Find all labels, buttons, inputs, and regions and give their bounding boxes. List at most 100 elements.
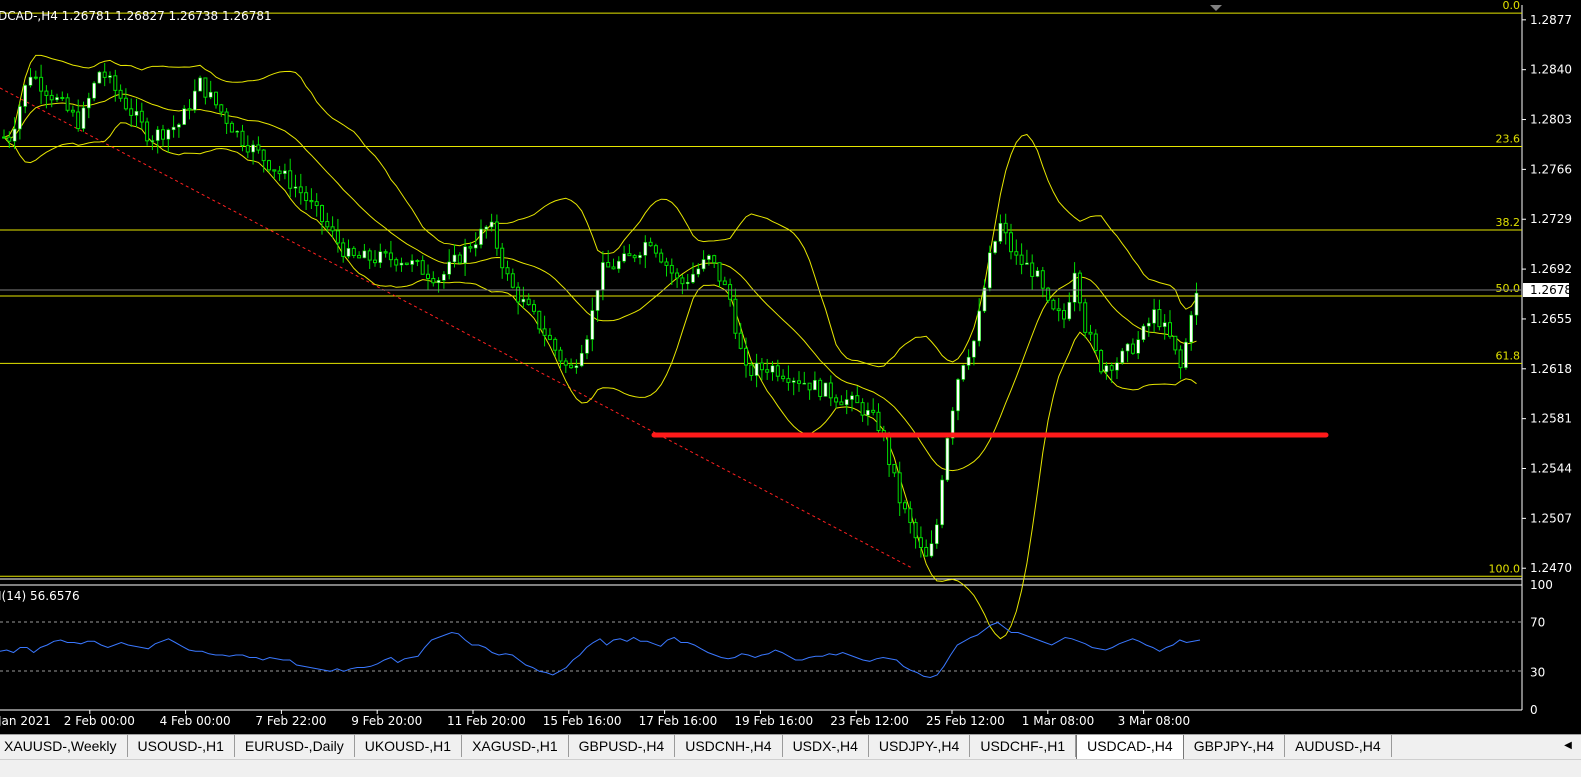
candle-bearish: [749, 364, 754, 377]
candle-bearish: [908, 508, 913, 524]
price-tick-label: 1.2470: [1530, 561, 1572, 575]
tab-xagusd-h1[interactable]: XAGUSD-,H1: [462, 735, 569, 757]
price-tick-label: 1.2803: [1530, 113, 1572, 127]
candle-bearish: [1056, 308, 1061, 312]
candle-bearish: [807, 382, 812, 391]
candle-bullish: [1025, 262, 1029, 265]
price-tick-label: 1.2618: [1530, 362, 1572, 376]
candle-bearish: [33, 76, 38, 79]
candle-bearish: [219, 104, 224, 113]
candle-bearish: [632, 255, 637, 259]
candle-bearish: [860, 402, 865, 416]
candle-bullish: [28, 76, 33, 86]
candle-bearish: [2, 136, 6, 139]
time-tick-label: 23 Feb 12:00: [830, 714, 909, 728]
candle-bullish: [595, 289, 600, 311]
time-tick-label: Jan 2021: [0, 714, 51, 728]
candle-bearish: [309, 200, 314, 203]
candle-bearish: [420, 260, 425, 275]
tab-eurusd-daily[interactable]: EURUSD-,Daily: [235, 735, 355, 757]
candle-bearish: [675, 272, 680, 279]
candle-bearish: [903, 502, 907, 510]
candle-bearish: [744, 347, 748, 366]
candle-bullish: [802, 382, 807, 385]
time-tick-label: 17 Feb 16:00: [639, 714, 718, 728]
candle-bearish: [129, 108, 134, 116]
price-tick-label: 1.2877: [1530, 13, 1572, 27]
price-tick-label: 1.2692: [1530, 262, 1572, 276]
candle-bullish: [362, 250, 367, 259]
candle-bearish: [1099, 350, 1104, 373]
price-tick-label: 1.2729: [1530, 212, 1572, 226]
candle-bullish: [489, 221, 494, 228]
candle-bearish: [887, 435, 892, 466]
tab-usdx-h4[interactable]: USDX-,H4: [783, 735, 869, 757]
candle-bullish: [198, 77, 202, 92]
candle-bearish: [834, 397, 839, 403]
fib-label-100.0: 100.0: [1489, 562, 1521, 575]
candle-bearish: [855, 395, 860, 404]
candle-bearish: [415, 260, 420, 263]
tab-usdchf-h1[interactable]: USDCHF-,H1: [970, 735, 1077, 757]
tab-audusd-h4[interactable]: AUDUSD-,H4: [1285, 735, 1392, 757]
tabs-scroll-left-icon[interactable]: ◀: [1561, 739, 1575, 753]
candle-bullish: [1067, 302, 1072, 320]
candle-bullish: [346, 248, 351, 257]
tab-gbpusd-h4[interactable]: GBPUSD-,H4: [569, 735, 676, 757]
candle-bullish: [473, 244, 478, 249]
tab-xauusd-weekly[interactable]: XAUUSD-,Weekly: [0, 735, 128, 757]
time-tick-label: 25 Feb 12:00: [926, 714, 1005, 728]
rsi-tick-label: 100: [1530, 578, 1553, 592]
candle-bearish: [404, 262, 409, 265]
candle-bearish: [245, 145, 250, 153]
candle-bullish: [1035, 270, 1040, 277]
candle-bearish: [722, 280, 727, 286]
candle-bullish: [585, 339, 589, 354]
tab-usdjpy-h4[interactable]: USDJPY-,H4: [869, 735, 971, 757]
candle-bullish: [622, 253, 626, 262]
candle-bullish: [484, 226, 489, 230]
candle-bearish: [797, 380, 801, 384]
candle-bullish: [844, 399, 849, 406]
candle-bullish: [966, 356, 971, 366]
candle-bearish: [272, 169, 277, 172]
candle-bearish: [335, 230, 340, 244]
candle-bullish: [182, 108, 186, 125]
candle-bearish: [426, 273, 430, 279]
candle-bearish: [775, 365, 780, 377]
candle-bearish: [712, 255, 717, 264]
candle-bearish: [357, 254, 362, 259]
candle-bearish: [113, 75, 118, 91]
price-tick-label: 1.2581: [1530, 412, 1572, 426]
candle-bearish: [102, 71, 107, 78]
tab-usousd-h1[interactable]: USOUSD-,H1: [128, 735, 235, 757]
symbol-info-header: DCAD-,H4 1.26781 1.26827 1.26738 1.26781: [0, 9, 272, 23]
tab-usdcnh-h4[interactable]: USDCNH-,H4: [675, 735, 783, 757]
candle-bearish: [70, 109, 75, 113]
candle-bearish: [516, 286, 521, 303]
candle-bullish: [977, 310, 982, 342]
candle-bearish: [828, 382, 833, 399]
candle-bearish: [659, 252, 664, 263]
candle-bullish: [81, 107, 86, 129]
candle-bearish: [145, 121, 150, 142]
candle-bearish: [781, 375, 786, 380]
candle-bullish: [452, 254, 457, 263]
candle-bullish: [823, 382, 828, 397]
candle-bearish: [373, 259, 377, 264]
tab-usdcad-h4[interactable]: USDCAD-,H4: [1076, 735, 1184, 759]
candle-bearish: [1040, 270, 1045, 289]
time-tick-label: 9 Feb 20:00: [351, 714, 422, 728]
candle-bearish: [680, 277, 685, 285]
candle-bearish: [1077, 272, 1082, 304]
candle-bearish: [897, 472, 902, 504]
tab-ukousd-h1[interactable]: UKOUSD-,H1: [355, 735, 463, 757]
candle-bearish: [261, 149, 266, 162]
candle-bearish: [1088, 331, 1093, 335]
candle-bullish: [1141, 325, 1146, 340]
candle-bearish: [123, 97, 128, 110]
candle-bullish: [993, 241, 997, 254]
candle-bearish: [500, 247, 505, 269]
tab-gbpjpy-h4[interactable]: GBPJPY-,H4: [1184, 735, 1286, 757]
chart-area[interactable]: 0.0 23.6 38.2 50.0 61.8 100.0 1.2678 1.2877 1.…: [0, 0, 1581, 734]
